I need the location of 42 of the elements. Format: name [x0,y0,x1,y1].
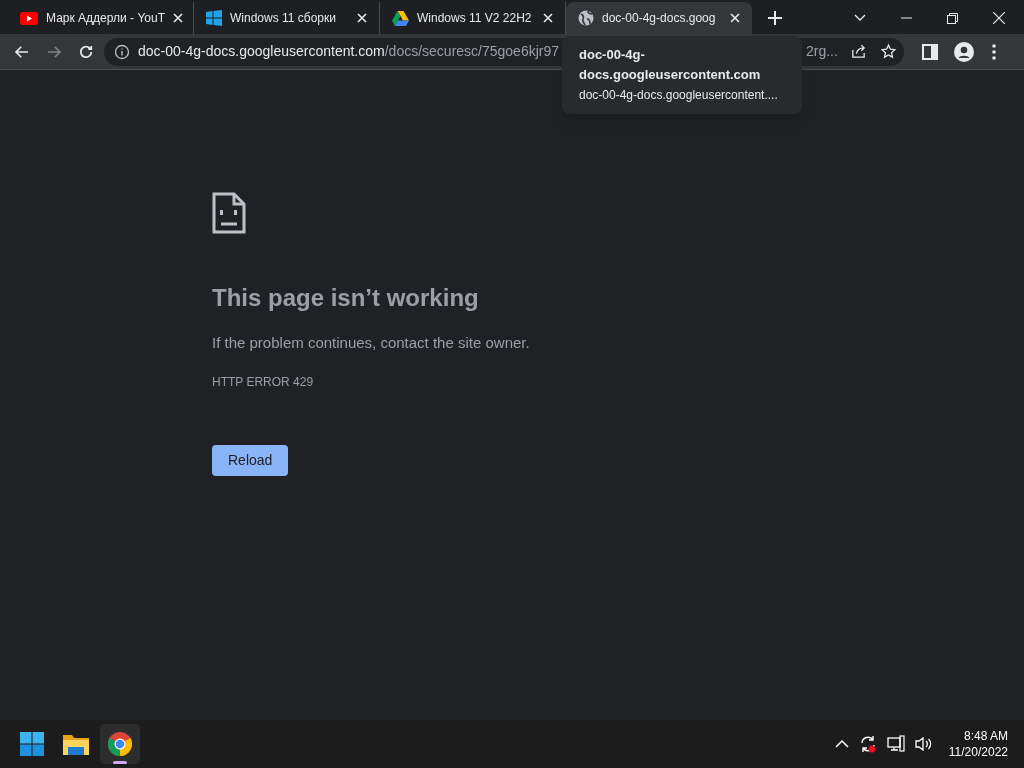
info-icon [114,43,130,60]
error-heading: This page isn’t working [212,283,479,313]
clock[interactable]: 8:48 AM 11/20/2022 [948,728,1008,760]
error-code: HTTP ERROR 429 [212,373,314,391]
browser-tab[interactable]: doc-00-4g-docs.goog [566,2,752,34]
tab-title: Марк Аддерли - YouT [46,10,165,27]
url-text: doc-00-4g-docs.googleusercontent.com/docs/securesc/75goe6kjr97 [138,42,560,61]
close-icon[interactable] [172,13,183,23]
globe-icon [578,10,594,26]
play-icon [20,11,38,25]
close-icon[interactable] [993,12,1005,24]
url-text: 2rg... [806,42,838,61]
close-icon[interactable] [730,13,740,23]
tab-title: Windows 11 V2 22H2 [417,10,533,27]
menu-icon[interactable] [992,43,996,60]
clock-time: 8:48 AM [963,728,1008,744]
clock-date: 11/20/2022 [948,744,1008,760]
folder-icon [63,733,89,755]
tab-title: Windows 11 сборки [230,10,337,27]
triangle-icon [392,10,409,26]
speaker-icon[interactable] [914,736,933,752]
error-message: If the problem continues, contact the site owner. [212,333,530,353]
close-icon[interactable] [357,13,367,23]
tab-title: doc-00-4g-docs.goog [602,10,717,27]
sad-page-icon [212,192,246,234]
side-panel-icon[interactable] [922,43,938,60]
windows-logo-icon [20,732,44,756]
chevron-down-icon[interactable] [854,14,866,22]
reload-button[interactable]: Reload [212,444,289,476]
star-icon[interactable] [880,43,897,60]
share-icon[interactable] [850,43,867,60]
new-tab-icon[interactable] [768,11,782,25]
tooltip-url: doc-00-4g-docs.googleusercontent.... [579,87,779,104]
profile-icon[interactable] [954,41,974,62]
restore-icon[interactable] [947,12,958,24]
chevron-up-icon[interactable] [834,739,849,749]
close-icon[interactable] [543,13,553,23]
browser-button[interactable] [100,724,140,764]
browser-logo-icon [108,732,132,756]
network-icon[interactable] [886,735,905,753]
sync-icon[interactable] [858,735,877,753]
windows-icon [206,10,222,26]
